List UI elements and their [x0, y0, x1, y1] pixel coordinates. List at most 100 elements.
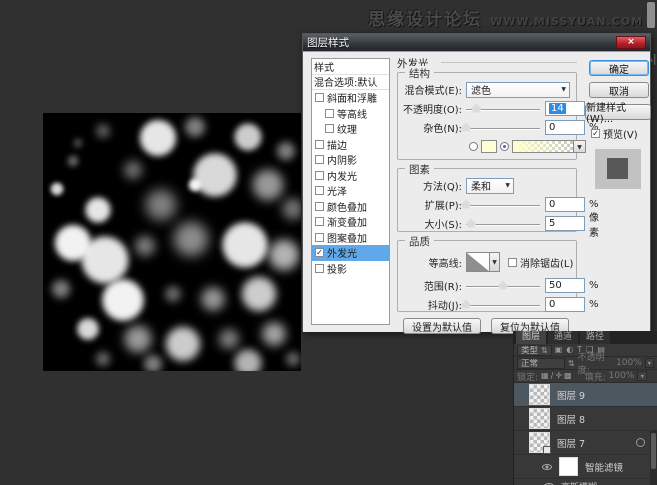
solid-color-radio[interactable] [469, 142, 478, 151]
gradient-radio[interactable] [500, 142, 509, 151]
style-checkbox[interactable] [315, 140, 324, 149]
opacity-slider[interactable] [466, 103, 540, 115]
glow-color-swatch[interactable] [481, 140, 497, 153]
style-list-item[interactable]: 等高线 [312, 106, 389, 122]
gradient-picker-arrow[interactable]: ▼ [574, 140, 586, 153]
new-style-button[interactable]: 新建样式(W)... [585, 104, 651, 120]
style-list-item[interactable]: 颜色叠加 [312, 199, 389, 215]
style-list-item[interactable]: ✓外发光 [312, 245, 389, 261]
style-checkbox[interactable] [315, 264, 324, 273]
style-checkbox[interactable] [325, 109, 334, 118]
layer-row[interactable]: 图层 8 [514, 407, 657, 431]
layer-row[interactable]: 图层 9 [514, 383, 657, 407]
layer-thumbnail[interactable] [529, 432, 550, 453]
layer-row[interactable]: 图层 7 [514, 431, 657, 455]
opacity-dropdown-arrow[interactable]: ▾ [645, 358, 654, 368]
noise-slider[interactable] [466, 122, 540, 134]
divider [441, 62, 577, 63]
gradient-swatch[interactable] [512, 140, 574, 153]
contour-picker-arrow[interactable]: ▼ [490, 252, 500, 272]
scrollbar-thumb[interactable] [651, 433, 656, 469]
style-list-item[interactable]: 渐变叠加 [312, 214, 389, 230]
style-list-item[interactable]: 混合选项:默认 [312, 75, 389, 91]
lock-icon[interactable]: ▦ [541, 371, 549, 380]
panel-tab-2[interactable]: 通道 [548, 331, 578, 344]
layer-row[interactable]: 智能滤镜 [514, 455, 657, 479]
range-input[interactable]: 50 [545, 278, 585, 293]
style-checkbox[interactable] [315, 233, 324, 242]
layer-thumbnail[interactable] [529, 384, 550, 405]
panel-tab-3[interactable]: 路径 [580, 331, 610, 344]
jitter-slider[interactable] [466, 299, 540, 311]
bokeh-circle [261, 321, 287, 347]
technique-label: 方法(Q): [398, 178, 462, 193]
ok-label: 确定 [609, 61, 629, 76]
layer-blend-mode-value: 正常 [521, 357, 538, 369]
blend-mode-select[interactable]: 滤色 ▼ [466, 82, 570, 98]
preview-checkbox[interactable]: ✓ [591, 129, 600, 138]
range-slider[interactable] [466, 280, 540, 292]
set-default-button[interactable]: 设置为默认值 [403, 318, 481, 334]
ok-button[interactable]: 确定 [589, 60, 649, 76]
style-checkbox[interactable] [315, 186, 324, 195]
range-unit: % [589, 280, 599, 291]
style-checkbox[interactable] [315, 171, 324, 180]
bokeh-circle [138, 118, 178, 158]
layer-name: 图层 9 [557, 388, 585, 402]
close-button[interactable]: × [616, 36, 646, 49]
cancel-button[interactable]: 取消 [589, 82, 649, 98]
style-list-item[interactable]: 样式 [312, 59, 389, 75]
antialias-checkbox[interactable] [508, 258, 517, 267]
spread-input[interactable]: 0 [545, 197, 585, 212]
style-checkbox[interactable]: ✓ [315, 248, 324, 257]
size-slider[interactable] [466, 218, 540, 230]
layer-thumbnail[interactable] [559, 457, 578, 476]
document-canvas[interactable] [43, 113, 301, 371]
layers-scrollbar[interactable] [650, 431, 657, 485]
layer-name: 高斯模糊 [561, 480, 597, 485]
style-list-item[interactable]: 图案叠加 [312, 230, 389, 246]
panel-tab-1[interactable]: 图层 [516, 331, 546, 344]
size-input[interactable]: 5 [545, 216, 585, 231]
style-checkbox[interactable] [315, 202, 324, 211]
filter-icon[interactable]: ◐ [566, 345, 573, 354]
layer-thumbnail[interactable] [529, 408, 550, 429]
bokeh-circle [240, 275, 278, 313]
lock-icon[interactable]: ✛ [555, 371, 562, 380]
lock-icon[interactable]: ∕ [551, 371, 554, 380]
style-checkbox[interactable] [325, 124, 334, 133]
lock-icon[interactable]: ▩ [564, 371, 572, 380]
dialog-titlebar[interactable]: 图层样式 × [303, 34, 650, 51]
style-list-item[interactable]: 光泽 [312, 183, 389, 199]
opacity-input[interactable]: 14 [545, 101, 585, 116]
style-list-item[interactable]: 内阴影 [312, 152, 389, 168]
jitter-input[interactable]: 0 [545, 297, 585, 312]
contour-picker[interactable] [466, 252, 490, 272]
smart-filter-toggle-icon[interactable] [636, 438, 645, 447]
spread-slider[interactable] [466, 199, 540, 211]
bokeh-circle [164, 285, 182, 303]
jitter-unit: % [589, 299, 599, 310]
fill-label: 填充: [585, 370, 606, 383]
eye-icon[interactable] [542, 464, 552, 470]
fill-dropdown-arrow[interactable]: ▾ [637, 371, 647, 381]
smart-filter-entry[interactable]: 高斯模糊 [514, 479, 657, 485]
antialias-label: 消除锯齿(L) [520, 255, 573, 270]
style-list-item[interactable]: 内发光 [312, 168, 389, 184]
style-list-item[interactable]: 纹理 [312, 121, 389, 137]
bokeh-circle [172, 220, 210, 258]
style-checkbox[interactable] [315, 155, 324, 164]
technique-select[interactable]: 柔和 ▼ [466, 178, 514, 194]
noise-input[interactable]: 0 [545, 120, 585, 135]
opacity-label: 不透明度(O): [398, 101, 462, 116]
layer-filter-select[interactable]: 类型 ⇅ [517, 345, 552, 356]
filter-icon[interactable]: ▣ [555, 345, 563, 354]
bokeh-circle [276, 141, 296, 161]
lock-icons[interactable]: ▦∕✛▩ [541, 371, 574, 381]
style-list-item[interactable]: 斜面和浮雕 [312, 90, 389, 106]
style-list-item[interactable]: 描边 [312, 137, 389, 153]
style-list-item[interactable]: 投影 [312, 261, 389, 277]
style-checkbox[interactable] [315, 93, 324, 102]
layer-blend-mode-select[interactable]: 正常 [517, 358, 565, 369]
style-checkbox[interactable] [315, 217, 324, 226]
